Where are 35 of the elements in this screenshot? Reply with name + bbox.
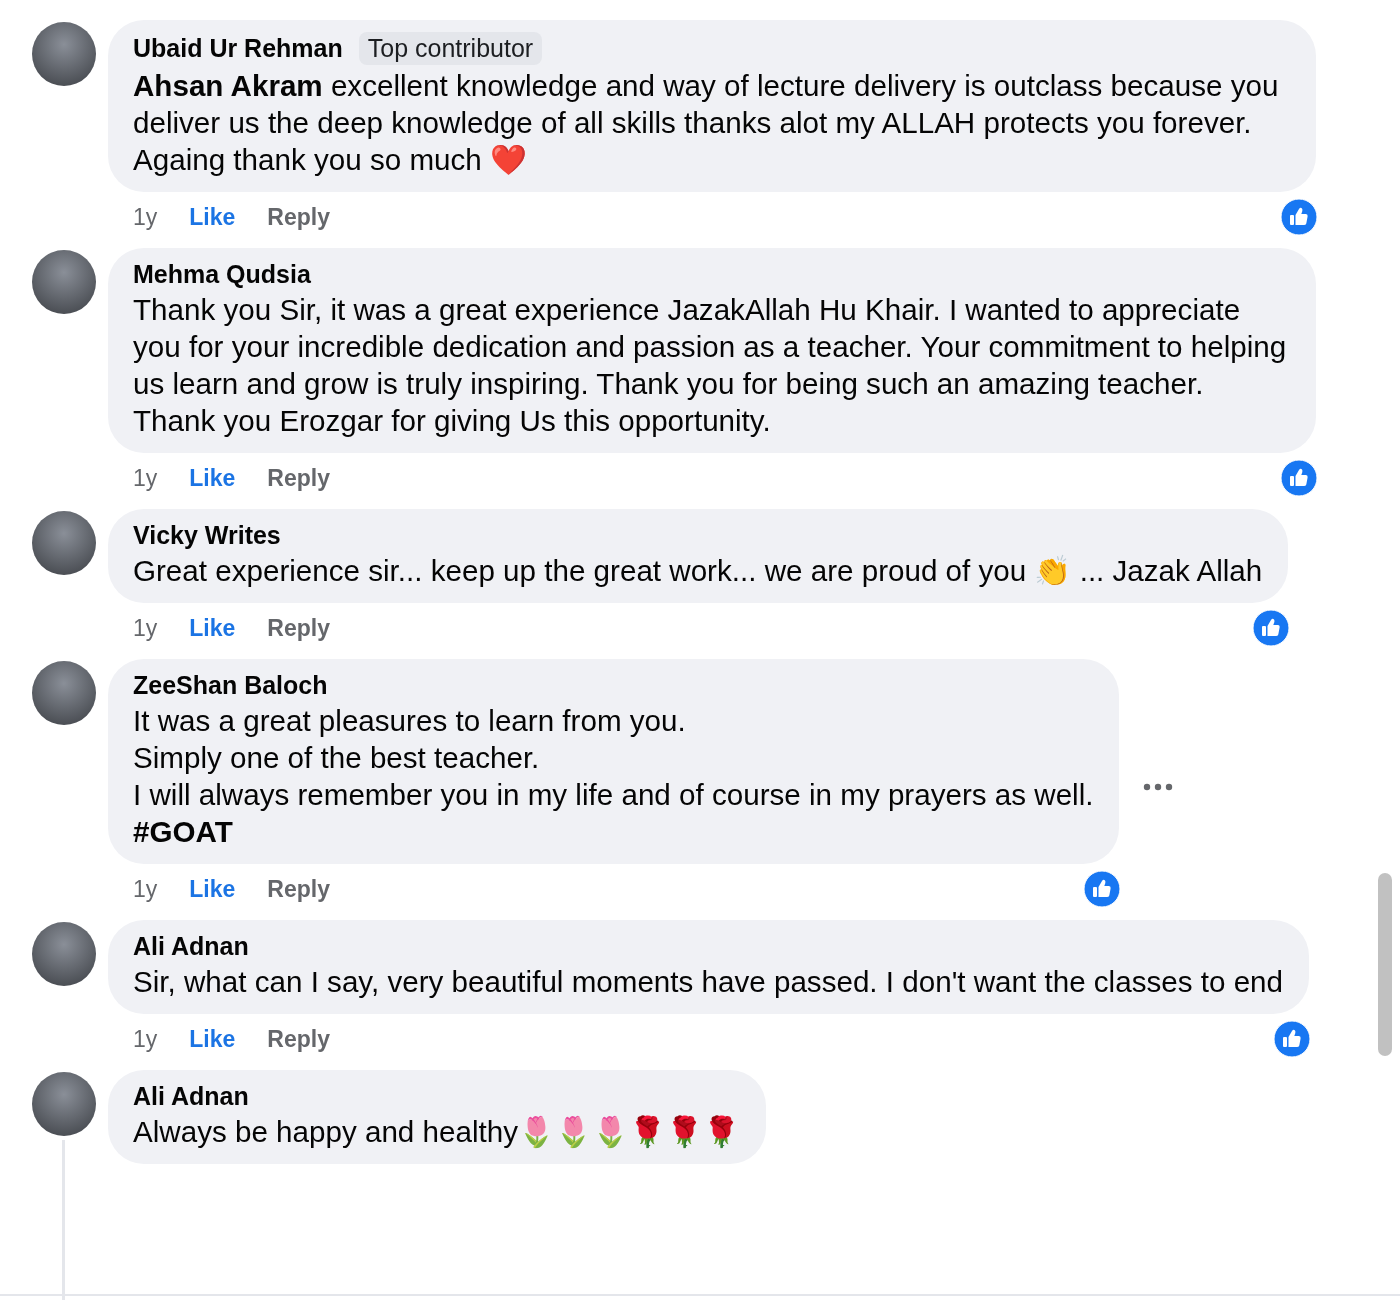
comment-text: Sir, what can I say, very beautiful moments have passed. I don't want the classes to end [133,964,1283,1000]
comment-text: Ahsan Akram excellent knowledge and way of lecture delivery is outclass because you deliver us the deep knowledge of all skills thanks alot my ALLAH protects you forever. Againg thank you so much ❤ [133,68,1280,178]
reply-link[interactable]: Reply [267,1025,330,1053]
reply-link[interactable]: Reply [267,203,330,231]
author-name[interactable]: Vicky Writes [133,521,281,550]
like-link[interactable]: Like [189,464,236,492]
comment-text: It was a great pleasures to learn from you. Simply one of the best teacher. I will always remember you in my life and of course in my prayers as well. #GOAT [133,703,1094,850]
like-link[interactable]: Like [189,875,236,903]
comment-text: Thank you Sir, it was a great experience JazakAllah Hu Khair. I wanted to appreciate you for your incredible dedication and passion as a teacher. Your commitment to helping us learn and grow is truly inspiring. Thank you for being such an amazing teacher. Thank you Erozgar for giving Us this opportunity. [133,292,1288,439]
scrollbar[interactable] [1378,873,1392,1056]
reply-link[interactable]: Reply [267,464,330,492]
like-link[interactable]: Like [189,614,236,642]
comment-time[interactable]: 1y [133,614,158,642]
reply-link[interactable]: Reply [267,875,330,903]
author-name[interactable]: Ubaid Ur Rehman [133,34,343,63]
like-reaction-icon[interactable] [1280,459,1318,497]
author-name[interactable]: ZeeShan Baloch [133,671,328,700]
comment-text: Great experience sir... keep up the great work... we are proud of you 👏 ... Jazak Allah [133,553,1263,589]
reply-link[interactable]: Reply [267,614,330,642]
like-link[interactable]: Like [189,1025,236,1053]
like-reaction-icon[interactable] [1083,870,1122,908]
like-reaction-icon[interactable] [1280,198,1318,236]
comment-time[interactable]: 1y [133,875,158,903]
comment-time[interactable]: 1y [133,464,158,492]
like-reaction-icon[interactable] [1252,609,1291,647]
comment-time[interactable]: 1y [133,1025,158,1053]
author-name[interactable]: Ali Adnan [133,1082,249,1111]
like-link[interactable]: Like [189,203,236,231]
comment-time[interactable]: 1y [133,203,158,231]
author-name[interactable]: Ali Adnan [133,932,249,961]
contributor-badge: Top contributor [358,32,543,65]
author-name[interactable]: Mehma Qudsia [133,260,311,289]
comment-text: Always be happy and healthy🌷🌷🌷🌹🌹🌹 [133,1114,740,1150]
more-options-icon[interactable] [1143,782,1174,791]
like-reaction-icon[interactable] [1273,1020,1311,1058]
